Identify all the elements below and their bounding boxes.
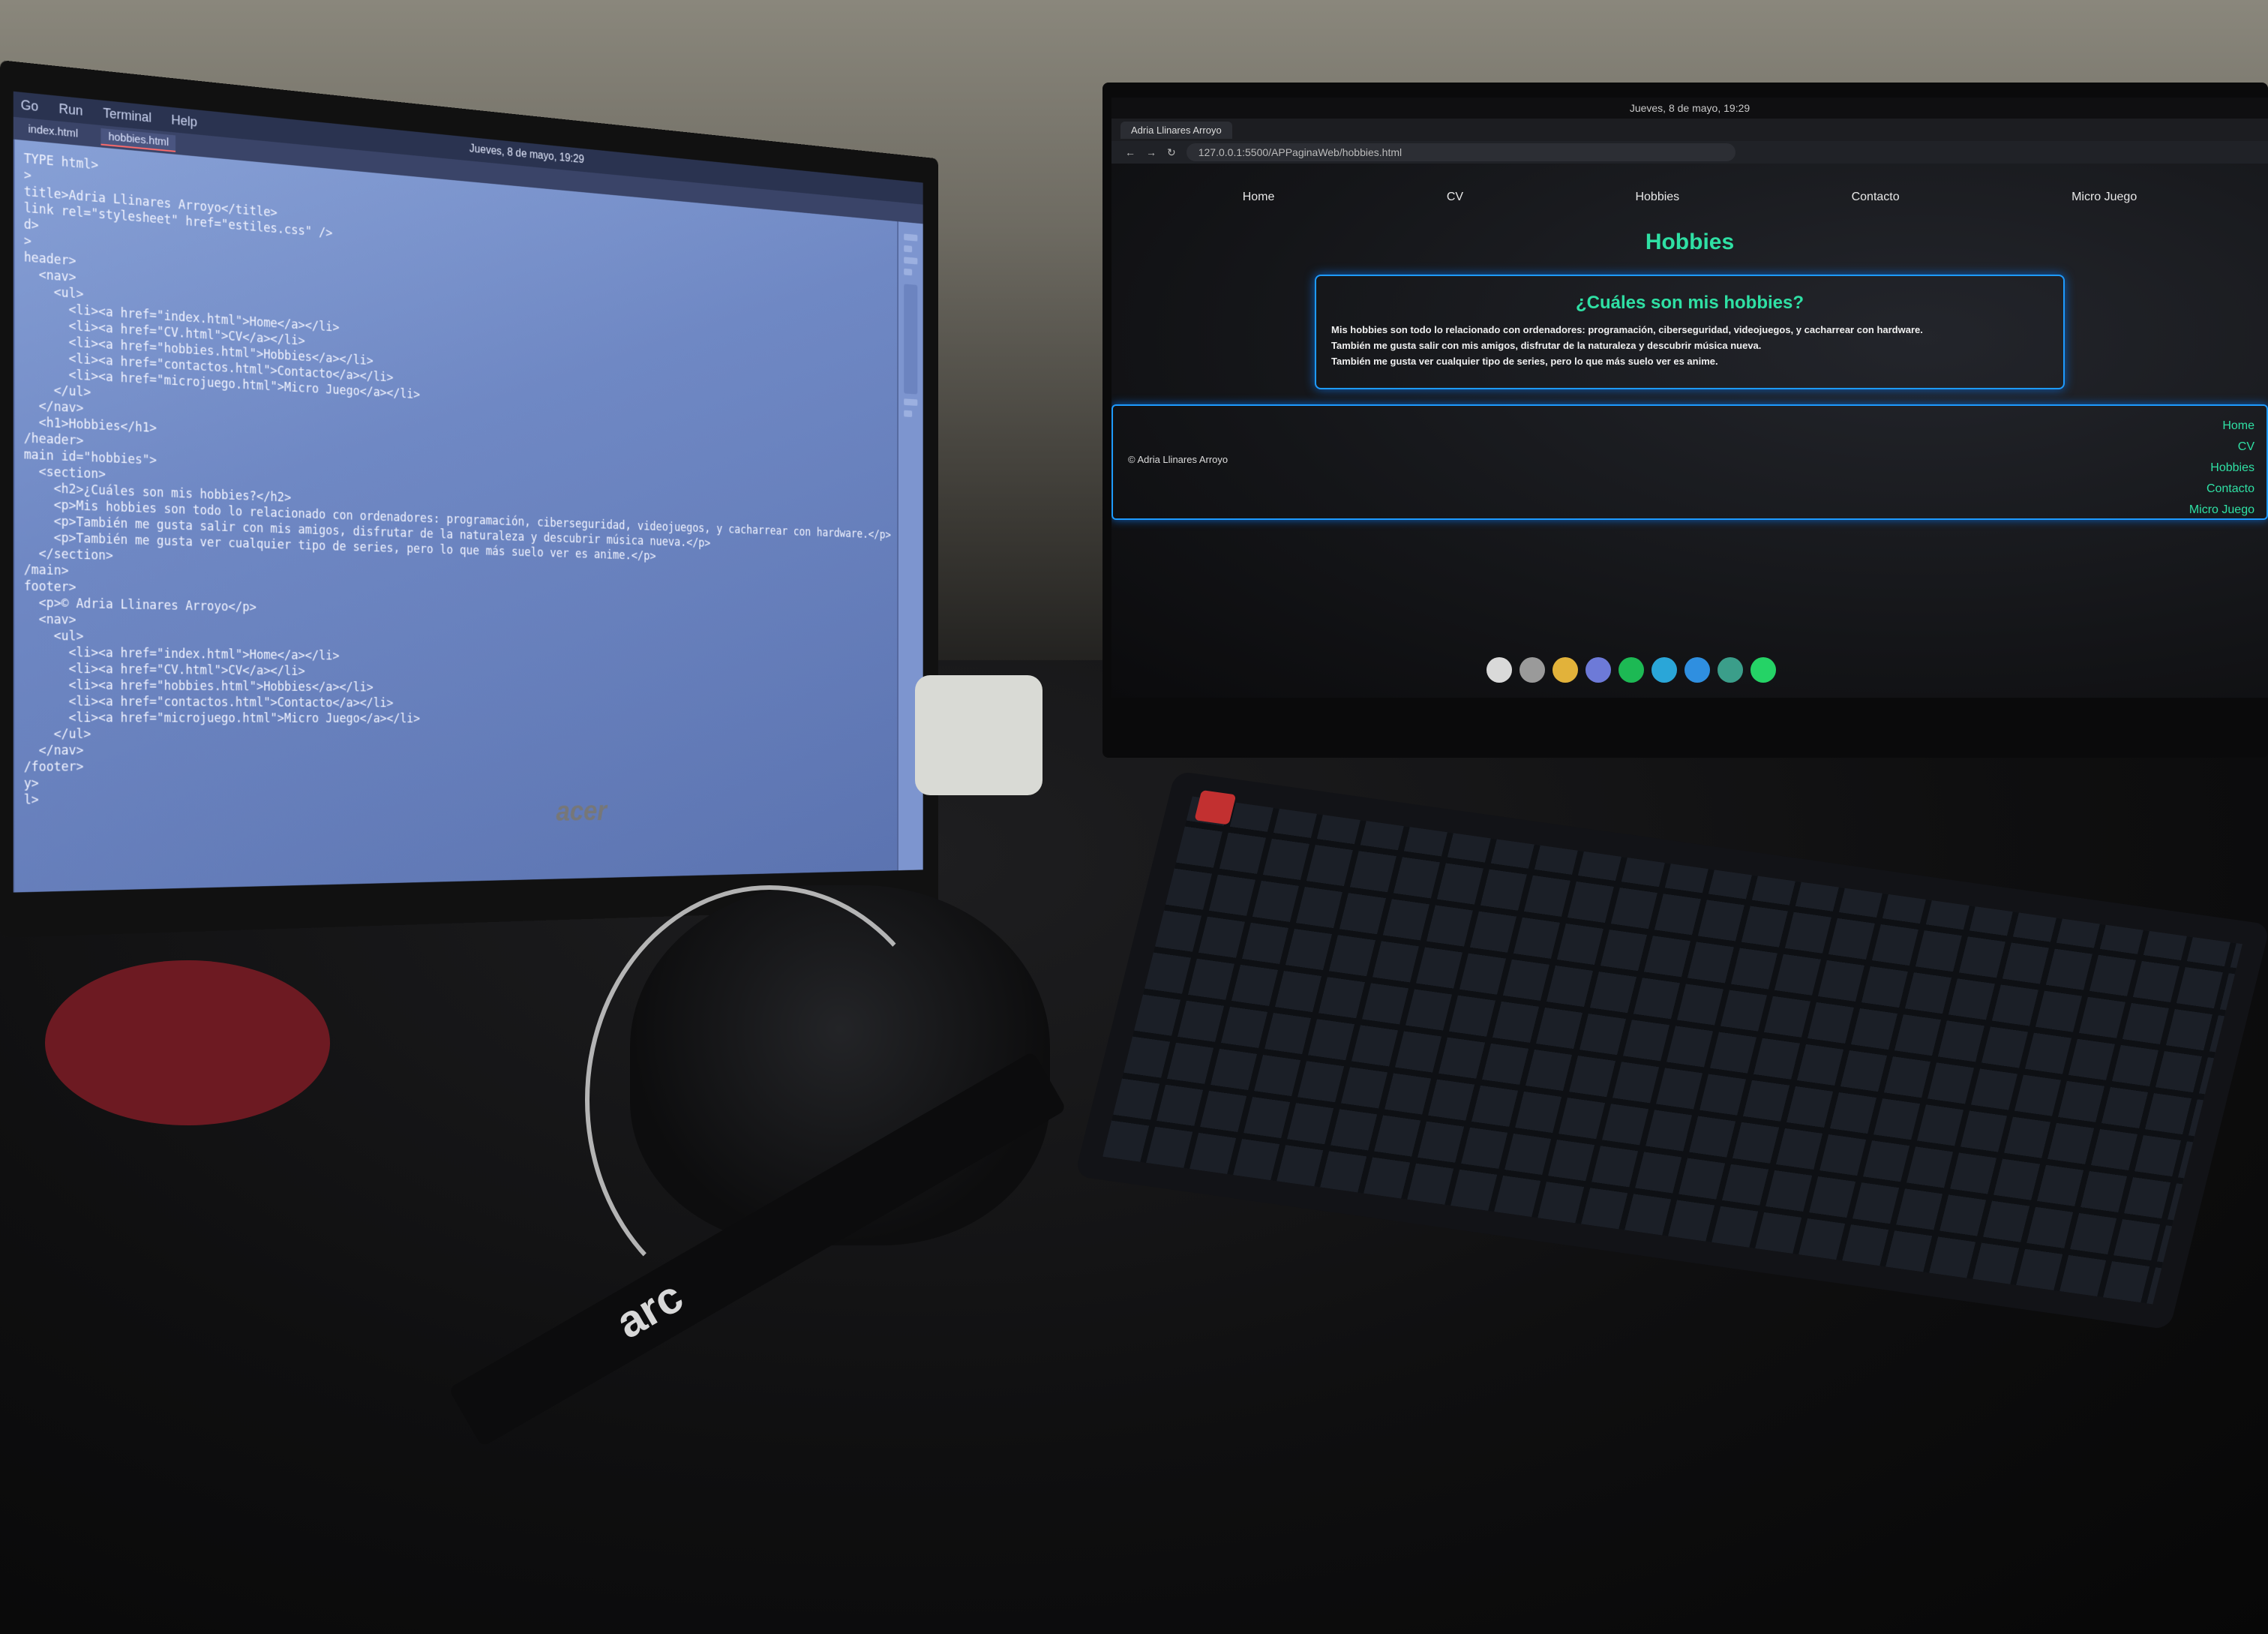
nav-micro-juego[interactable]: Micro Juego bbox=[2072, 191, 2137, 204]
browser-screen: Jueves, 8 de mayo, 19:29 Adria Llinares … bbox=[1112, 98, 2268, 698]
menu-run[interactable]: Run bbox=[59, 101, 83, 119]
reload-icon[interactable]: ↻ bbox=[1167, 146, 1176, 159]
menu-terminal[interactable]: Terminal bbox=[103, 105, 152, 125]
escape-key bbox=[1194, 790, 1237, 825]
panel-line bbox=[904, 245, 913, 253]
right-monitor: Jueves, 8 de mayo, 19:29 Adria Llinares … bbox=[1102, 83, 2268, 758]
panel-line bbox=[904, 268, 913, 276]
app-icon[interactable] bbox=[1652, 657, 1677, 683]
menu-help[interactable]: Help bbox=[171, 112, 197, 130]
left-monitor: Go Run Terminal Help Jueves, 8 de mayo, … bbox=[0, 60, 938, 938]
code-line: </ul> bbox=[23, 727, 92, 742]
cup bbox=[915, 675, 1042, 795]
nav-home[interactable]: Home bbox=[1243, 191, 1275, 204]
spotify-icon[interactable] bbox=[1618, 657, 1644, 683]
nav-hobbies[interactable]: Hobbies bbox=[1635, 191, 1679, 204]
nav-contacto[interactable]: Contacto bbox=[1852, 191, 1900, 204]
url-bar: ← → ↻ 127.0.0.1:5500/APPaginaWeb/hobbies… bbox=[1112, 141, 2268, 164]
editor-body: TYPE html> > title>Adria Llinares Arroyo</… bbox=[13, 139, 923, 893]
discord-icon[interactable] bbox=[1586, 657, 1611, 683]
url-input[interactable]: 127.0.0.1:5500/APPaginaWeb/hobbies.html bbox=[1186, 143, 1736, 161]
page-title: Hobbies bbox=[1645, 230, 1735, 254]
app2-icon[interactable] bbox=[1718, 657, 1743, 683]
code-area[interactable]: TYPE html> > title>Adria Llinares Arroyo</… bbox=[15, 140, 898, 893]
back-icon[interactable]: ← bbox=[1125, 146, 1136, 158]
whatsapp-icon[interactable] bbox=[1750, 657, 1776, 683]
files-icon[interactable] bbox=[1486, 657, 1512, 683]
chrome-icon[interactable] bbox=[1552, 657, 1578, 683]
site-footer: © Adria Llinares Arroyo Home CV Hobbies … bbox=[1112, 404, 2268, 520]
panel-line bbox=[904, 257, 918, 265]
footer-copyright: © Adria Llinares Arroyo bbox=[1128, 454, 1228, 465]
footer-nav-hobbies[interactable]: Hobbies bbox=[2189, 461, 2254, 475]
hobby-paragraph: También me gusta salir con mis amigos, d… bbox=[1331, 340, 1762, 351]
code-line: <li><a href="microjuego.html">Micro Jueg… bbox=[23, 710, 421, 726]
red-coaster bbox=[45, 960, 330, 1125]
site-nav: Home CV Hobbies Contacto Micro Juego bbox=[1112, 164, 2268, 204]
browser-tabs: Adria Llinares Arroyo bbox=[1112, 119, 2268, 141]
forward-icon[interactable]: → bbox=[1146, 146, 1156, 158]
nav-cv[interactable]: CV bbox=[1447, 191, 1463, 204]
panel-line bbox=[904, 398, 918, 406]
tab-index-html[interactable]: index.html bbox=[21, 120, 86, 143]
hobby-paragraph: Mis hobbies son todo lo relacionado con … bbox=[1331, 324, 1923, 335]
browser-tab[interactable]: Adria Llinares Arroyo bbox=[1120, 121, 1232, 139]
code-editor-window: Go Run Terminal Help Jueves, 8 de mayo, … bbox=[13, 91, 923, 893]
app-dock bbox=[1486, 657, 1776, 683]
panel-code-block bbox=[904, 284, 918, 395]
monitor-brand-logo: acer bbox=[556, 796, 607, 828]
footer-nav-home[interactable]: Home bbox=[2189, 419, 2254, 433]
panel-line bbox=[904, 410, 913, 417]
hobby-paragraph: También me gusta ver cualquier tipo de s… bbox=[1331, 356, 1718, 367]
topbar-clock: Jueves, 8 de mayo, 19:29 bbox=[1629, 102, 1750, 114]
footer-nav-micro-juego[interactable]: Micro Juego bbox=[2189, 503, 2254, 517]
system-topbar: Jueves, 8 de mayo, 19:29 bbox=[1112, 98, 2268, 119]
hobbies-section: ¿Cuáles son mis hobbies? Mis hobbies son… bbox=[1315, 275, 2065, 389]
terminal-icon[interactable] bbox=[1520, 657, 1545, 683]
footer-nav: Home CV Hobbies Contacto Micro Juego bbox=[2189, 419, 2254, 524]
panel-line bbox=[904, 233, 918, 242]
menu-go[interactable]: Go bbox=[21, 97, 39, 114]
footer-nav-cv[interactable]: CV bbox=[2189, 440, 2254, 454]
section-heading: ¿Cuáles son mis hobbies? bbox=[1575, 293, 1804, 313]
vscode-icon[interactable] bbox=[1684, 657, 1710, 683]
footer-nav-contacto[interactable]: Contacto bbox=[2189, 482, 2254, 496]
